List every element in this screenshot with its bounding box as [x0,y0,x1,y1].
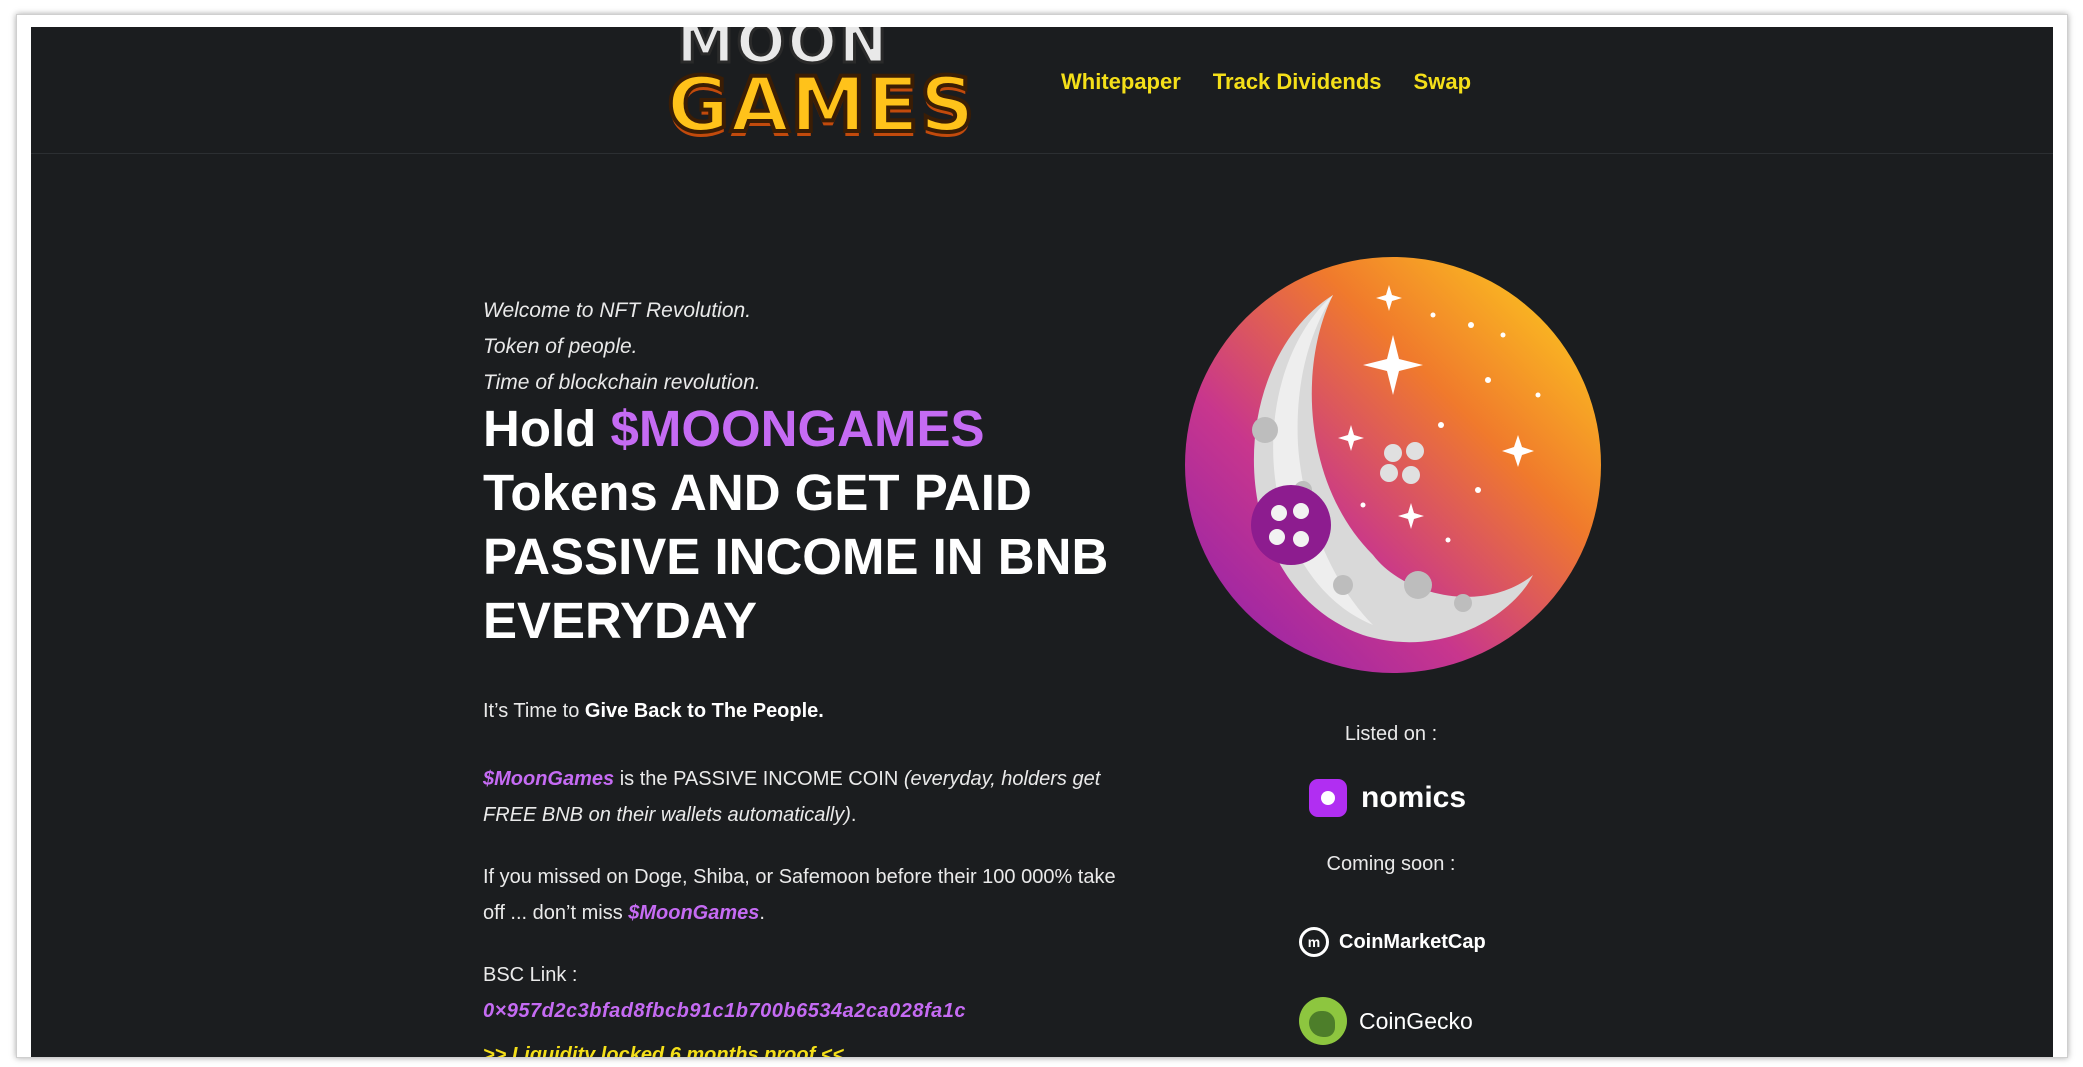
bsc-link-block: BSC Link : 0×957d2c3bfad8fbcb91c1b700b65… [483,957,1123,1029]
give-back-bold: Give Back to The People. [584,700,824,722]
dont-miss-text: If you missed on Doge, Shiba, or Safemoo… [483,866,1116,924]
headline-rest: Tokens AND GET PAID PASSIVE INCOME IN BN… [483,464,1109,649]
nomics-label: nomics [1361,781,1467,814]
bsc-contract-address[interactable]: 0×957d2c3bfad8fbcb91c1b700b6534a2ca028fa… [483,993,1123,1029]
coingecko-icon [1299,997,1347,1045]
token-name: $MoonGames [483,768,615,790]
moon-crescent-icon [1185,257,1601,673]
coingecko-link[interactable]: CoinGecko [1299,997,1473,1045]
logo-line-games: GAMES [665,60,976,149]
main-nav: Whitepaper Track Dividends Swap [1061,69,1471,95]
coingecko-label: CoinGecko [1359,1007,1473,1034]
nav-swap-link[interactable]: Swap [1414,69,1471,95]
coinmarketcap-link[interactable]: m CoinMarketCap [1299,927,1486,957]
hero-headline: Hold $MOONGAMES Tokens AND GET PAID PASS… [483,397,1123,653]
coinmarketcap-icon: m [1299,927,1329,957]
liquidity-proof-block: >> Liquidity locked 6 months proof << [483,1037,1123,1057]
intro-text: Welcome to NFT Revolution. Token of peop… [483,293,761,401]
listed-on-label: Listed on : [1344,723,1438,745]
headline-prefix: Hold [483,400,611,457]
nav-whitepaper-link[interactable]: Whitepaper [1061,69,1181,95]
nav-track-dividends-link[interactable]: Track Dividends [1213,69,1382,95]
nomics-listing-link[interactable]: nomics [1309,779,1466,817]
browser-frame: MOON GAMES Whitepaper Track Dividends Sw… [16,14,2068,1058]
passive-income-text: is the PASSIVE INCOME COIN [614,768,904,790]
dont-miss-paragraph: If you missed on Doge, Shiba, or Safemoo… [483,859,1123,931]
passive-income-end: . [850,804,857,826]
intro-line: Welcome to NFT Revolution. [483,299,752,322]
intro-line: Time of blockchain revolution. [483,371,761,394]
page: MOON GAMES Whitepaper Track Dividends Sw… [31,27,2053,1057]
give-back-paragraph: It’s Time to Give Back to The People. [483,693,1123,729]
headline-token: $MOONGAMES [610,400,985,457]
coinmarketcap-label: CoinMarketCap [1339,930,1486,953]
give-back-prefix: It’s Time to [483,700,585,722]
nomics-icon [1309,779,1347,817]
intro-line: Token of people. [483,335,638,358]
liquidity-proof-link[interactable]: >> Liquidity locked 6 months proof << [483,1044,844,1057]
passive-income-paragraph: $MoonGames is the PASSIVE INCOME COIN (e… [483,761,1123,833]
dont-miss-end: . [759,902,765,924]
site-logo[interactable]: MOON GAMES [665,27,976,151]
token-name: $MoonGames [628,902,760,924]
coming-soon-label: Coming soon : [1326,853,1456,875]
site-header: MOON GAMES Whitepaper Track Dividends Sw… [31,27,2053,154]
bsc-link-label: BSC Link : [483,964,578,986]
